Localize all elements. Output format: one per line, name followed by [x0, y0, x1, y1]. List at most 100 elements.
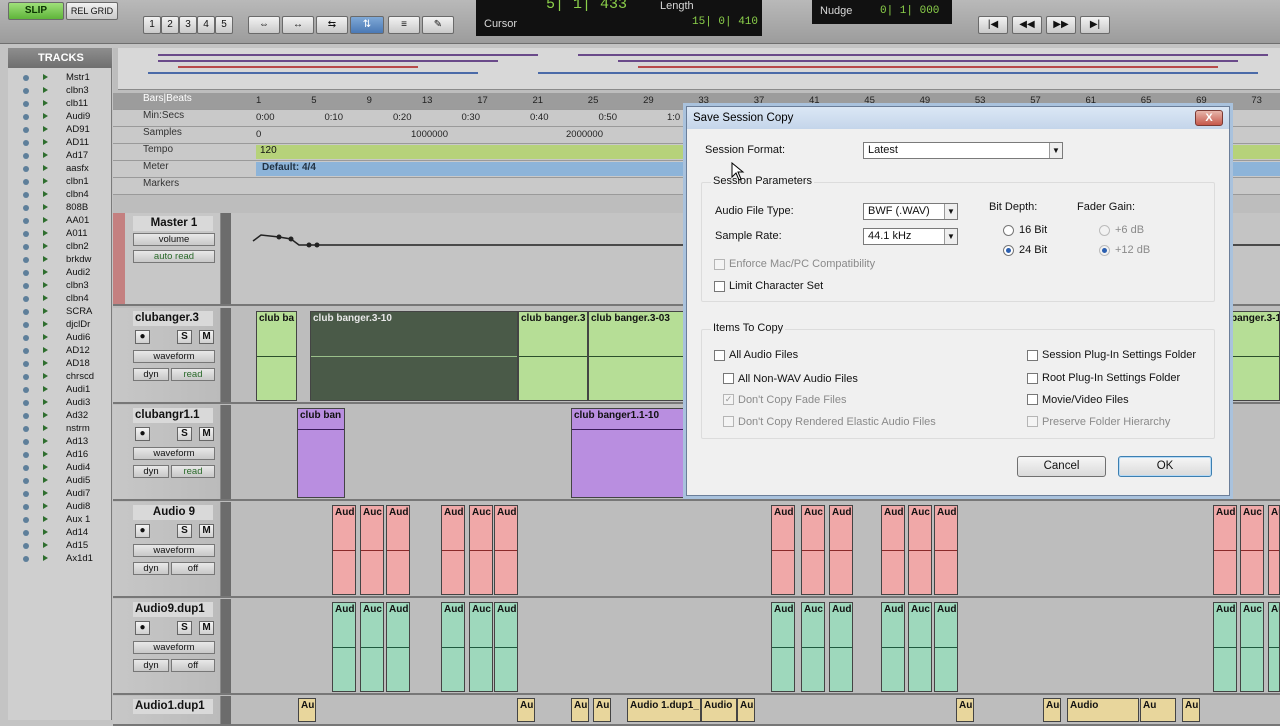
audio-clip[interactable]: Audi [386, 602, 410, 692]
show-hide-icon[interactable] [23, 504, 29, 510]
audio-clip[interactable]: Aud [441, 602, 465, 692]
trim-tool-icon[interactable]: ⇔ [248, 16, 280, 34]
show-hide-icon[interactable] [23, 361, 29, 367]
show-hide-icon[interactable] [23, 335, 29, 341]
show-hide-icon[interactable] [23, 374, 29, 380]
solo-button[interactable]: S [177, 427, 192, 441]
show-hide-icon[interactable] [23, 543, 29, 549]
track-view-selector[interactable]: waveform [133, 641, 215, 654]
return-to-zero-icon[interactable]: |◀ [978, 16, 1008, 34]
track-name[interactable]: clubanger.3 [133, 311, 213, 326]
audio-clip[interactable]: club banger.3-10 [310, 311, 518, 401]
audio-clip[interactable]: Audi [494, 505, 518, 595]
audio-clip[interactable]: Auc [360, 505, 384, 595]
grabber-tool-icon[interactable]: ⇆ [316, 16, 348, 34]
audio-clip[interactable]: Audi [1268, 505, 1280, 595]
track-list-item[interactable]: aasfx [8, 162, 112, 175]
track-view-selector[interactable]: waveform [133, 350, 215, 363]
track-list-item[interactable]: Ad32 [8, 409, 112, 422]
audio-clip[interactable]: Auc [360, 602, 384, 692]
go-to-end-icon[interactable]: ▶| [1080, 16, 1110, 34]
track-list-item[interactable]: clbn4 [8, 292, 112, 305]
track-list-item[interactable]: clb11 [8, 97, 112, 110]
show-hide-icon[interactable] [23, 478, 29, 484]
all-audio-checkbox[interactable] [714, 350, 725, 361]
audio-clip[interactable]: Au [956, 698, 974, 722]
record-button[interactable]: ● [135, 427, 150, 441]
show-hide-icon[interactable] [23, 439, 29, 445]
audio-file-type-select[interactable]: BWF (.WAV) ▼ [863, 203, 958, 220]
dyn-selector[interactable]: dyn [133, 465, 169, 478]
show-hide-icon[interactable] [23, 88, 29, 94]
audio-clip[interactable]: Aud [332, 602, 356, 692]
track-name[interactable]: clubangr1.1 [133, 408, 213, 423]
show-hide-icon[interactable] [23, 530, 29, 536]
track-list-item[interactable]: brkdw [8, 253, 112, 266]
track-list-item[interactable]: AD18 [8, 357, 112, 370]
audio-clip[interactable]: Audio [701, 698, 737, 722]
track-view-selector[interactable]: waveform [133, 447, 215, 460]
show-hide-icon[interactable] [23, 322, 29, 328]
audio-clip[interactable]: Auc [801, 602, 825, 692]
track-view-selector[interactable]: waveform [133, 544, 215, 557]
audio-clip[interactable]: Au [1140, 698, 1176, 722]
track-list-item[interactable]: clbn3 [8, 84, 112, 97]
sample-rate-select[interactable]: 44.1 kHz ▼ [863, 228, 958, 245]
audio-clip[interactable]: Au [593, 698, 611, 722]
track-view-selector[interactable]: volume [133, 233, 215, 246]
show-hide-icon[interactable] [23, 309, 29, 315]
scrubber-tool-icon[interactable]: ≡ [388, 16, 420, 34]
track-list-item[interactable]: Ad15 [8, 539, 112, 552]
audio-clip[interactable]: Aud [441, 505, 465, 595]
audio-clip[interactable]: Aud [771, 505, 795, 595]
track-list-item[interactable]: Aux 1 [8, 513, 112, 526]
track-list-item[interactable]: Ad17 [8, 149, 112, 162]
dont-copy-fade-checkbox[interactable]: ✓ [723, 394, 734, 405]
audio-clip[interactable]: Aud [332, 505, 356, 595]
track-list-item[interactable]: Ad16 [8, 448, 112, 461]
audio-clip[interactable]: Auc [908, 505, 932, 595]
audio-clip[interactable]: Au [1182, 698, 1200, 722]
mute-button[interactable]: M [199, 621, 214, 635]
zoom-preset-2[interactable]: 2 [161, 16, 179, 34]
audio-clip[interactable]: club ban [297, 408, 345, 498]
show-hide-icon[interactable] [23, 413, 29, 419]
track-list-item[interactable]: Audi2 [8, 266, 112, 279]
track-list-item[interactable]: AD12 [8, 344, 112, 357]
automation-mode-selector[interactable]: off [171, 659, 215, 672]
show-hide-icon[interactable] [23, 400, 29, 406]
show-hide-icon[interactable] [23, 283, 29, 289]
mute-button[interactable]: M [199, 330, 214, 344]
show-hide-icon[interactable] [23, 179, 29, 185]
show-hide-icon[interactable] [23, 491, 29, 497]
record-button[interactable]: ● [135, 330, 150, 344]
dont-copy-elastic-checkbox[interactable] [723, 416, 734, 427]
show-hide-icon[interactable] [23, 101, 29, 107]
track-list-item[interactable]: 808B [8, 201, 112, 214]
track-list-item[interactable]: Ad14 [8, 526, 112, 539]
show-hide-icon[interactable] [23, 556, 29, 562]
pencil-tool-icon[interactable]: ✎ [422, 16, 454, 34]
track-name[interactable]: Audio9.dup1 [133, 602, 213, 617]
audio-clip[interactable]: club banger.3-03 [588, 311, 688, 401]
show-hide-icon[interactable] [23, 75, 29, 81]
zoom-preset-1[interactable]: 1 [143, 16, 161, 34]
grid-mode-button[interactable]: REL GRID [66, 2, 118, 20]
fader-plus12-radio[interactable] [1099, 245, 1110, 256]
close-button[interactable]: X [1195, 110, 1223, 126]
audio-clip[interactable]: Au [298, 698, 316, 722]
audio-clip[interactable]: Audio 1.dup1_ [627, 698, 701, 722]
show-hide-icon[interactable] [23, 127, 29, 133]
show-hide-icon[interactable] [23, 114, 29, 120]
audio-clip[interactable]: banger.3-1 [1228, 311, 1280, 401]
audio-clip[interactable]: Aud [1213, 602, 1237, 692]
show-hide-icon[interactable] [23, 517, 29, 523]
show-hide-icon[interactable] [23, 387, 29, 393]
show-hide-icon[interactable] [23, 257, 29, 263]
track-list-item[interactable]: clbn3 [8, 279, 112, 292]
dyn-selector[interactable]: dyn [133, 368, 169, 381]
track-list-item[interactable]: Audi3 [8, 396, 112, 409]
track-list-item[interactable]: Audi8 [8, 500, 112, 513]
show-hide-icon[interactable] [23, 192, 29, 198]
ok-button[interactable]: OK [1118, 456, 1212, 477]
